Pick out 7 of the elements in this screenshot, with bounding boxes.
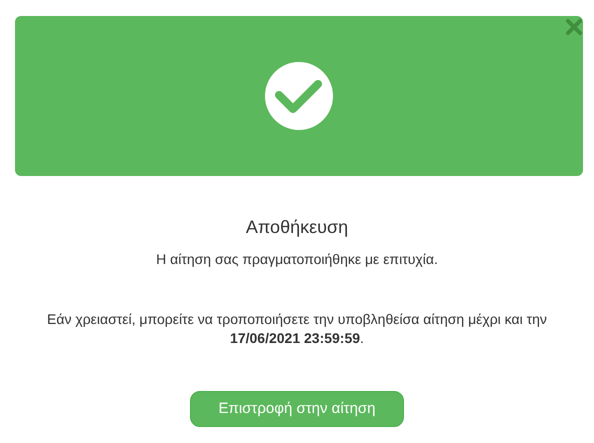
check-circle-icon <box>265 62 333 130</box>
dialog-title: Αποθήκευση <box>246 216 348 238</box>
deadline-note: Εάν χρειαστεί, μπορείτε να τροποποιήσετε την υποβληθείσα αίτηση μέχρι και την 17/06/2021 23:59:59. <box>46 310 548 348</box>
close-icon <box>566 19 582 35</box>
return-button[interactable]: Επιστροφή στην αίτηση <box>190 391 404 427</box>
close-button[interactable] <box>565 18 583 36</box>
success-message: Η αίτηση σας πραγματοποιήθηκε με επιτυχία. <box>156 250 438 268</box>
